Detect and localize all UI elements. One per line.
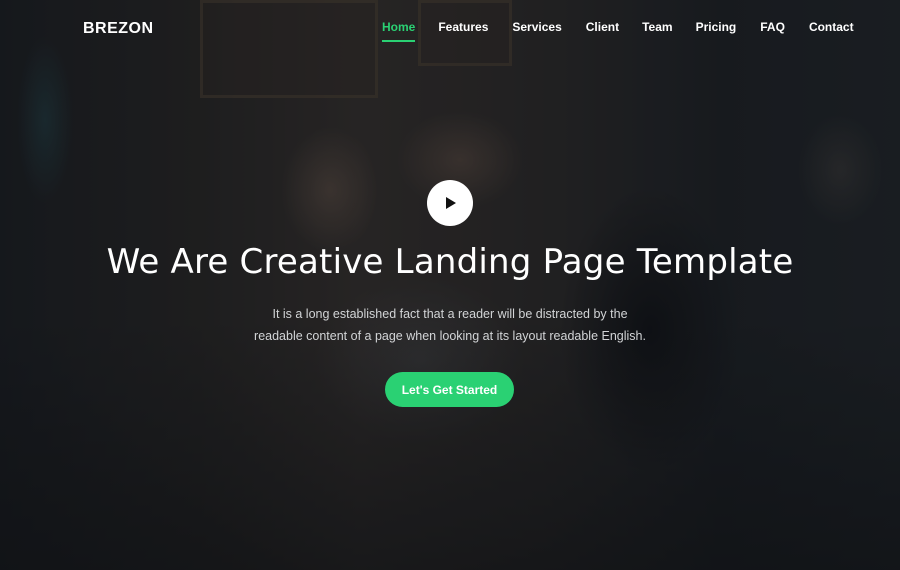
nav-item-pricing[interactable]: Pricing	[696, 20, 737, 34]
brand-logo[interactable]: BREZON	[83, 20, 154, 38]
nav-item-features[interactable]: Features	[438, 20, 488, 34]
nav-item-contact[interactable]: Contact	[809, 20, 854, 34]
hero-section: BREZON Home Features Services Client Tea…	[0, 0, 900, 570]
nav-item-home[interactable]: Home	[382, 20, 416, 42]
nav-item-team[interactable]: Team	[642, 20, 672, 34]
play-icon	[446, 197, 456, 209]
nav-item-faq[interactable]: FAQ	[760, 20, 785, 34]
hero-subtext-line-2: readable content of a page when looking …	[254, 329, 646, 343]
main-nav: Home Features Services Client Team Prici…	[382, 20, 854, 42]
hero-subtext: It is a long established fact that a rea…	[240, 303, 660, 347]
video-play-button[interactable]	[427, 180, 473, 226]
nav-item-client[interactable]: Client	[586, 20, 619, 34]
get-started-button[interactable]: Let's Get Started	[385, 372, 514, 407]
nav-item-services[interactable]: Services	[512, 20, 561, 34]
hero-dark-overlay	[0, 0, 900, 570]
site-header: BREZON Home Features Services Client Tea…	[0, 0, 900, 56]
hero-subtext-line-1: It is a long established fact that a rea…	[272, 307, 628, 321]
hero-headline: We Are Creative Landing Page Template	[106, 242, 794, 282]
